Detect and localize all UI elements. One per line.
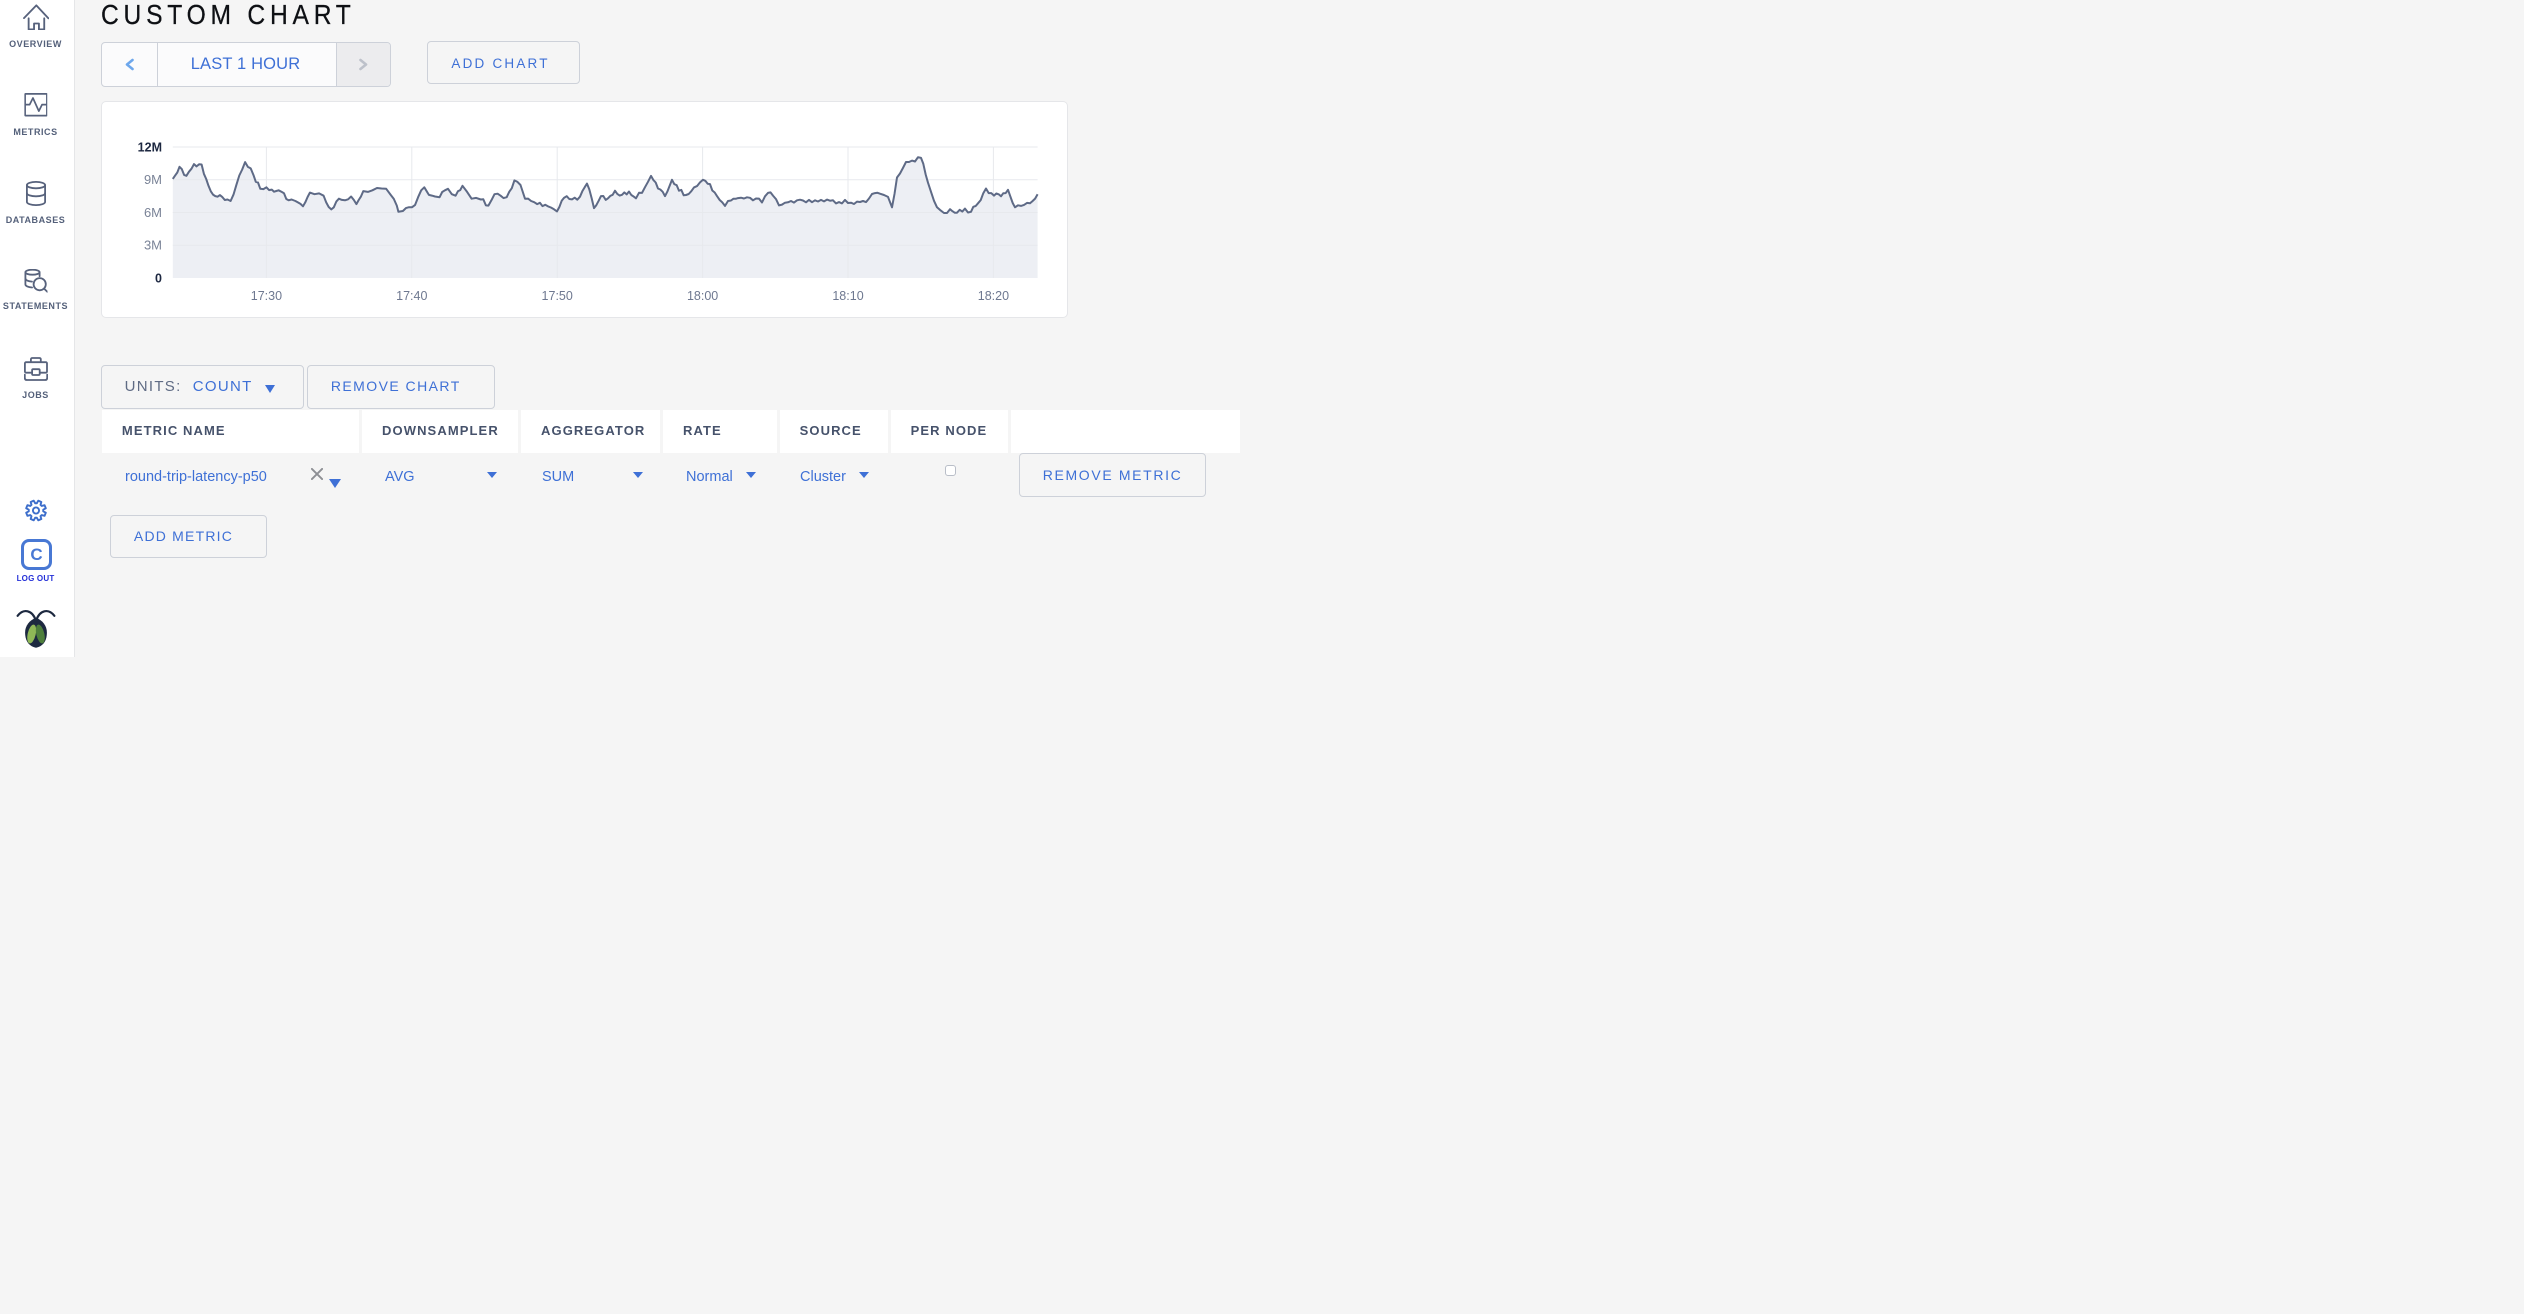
svg-text:12M: 12M: [138, 141, 162, 155]
svg-text:17:30: 17:30: [251, 289, 282, 303]
svg-text:17:40: 17:40: [396, 289, 427, 303]
svg-text:0: 0: [155, 272, 162, 286]
svg-text:18:00: 18:00: [687, 289, 718, 303]
svg-text:6M: 6M: [144, 205, 162, 220]
svg-text:9M: 9M: [144, 172, 162, 187]
svg-text:3M: 3M: [144, 238, 162, 253]
svg-text:18:20: 18:20: [978, 289, 1009, 303]
svg-text:18:10: 18:10: [832, 289, 863, 303]
svg-text:17:50: 17:50: [542, 289, 573, 303]
